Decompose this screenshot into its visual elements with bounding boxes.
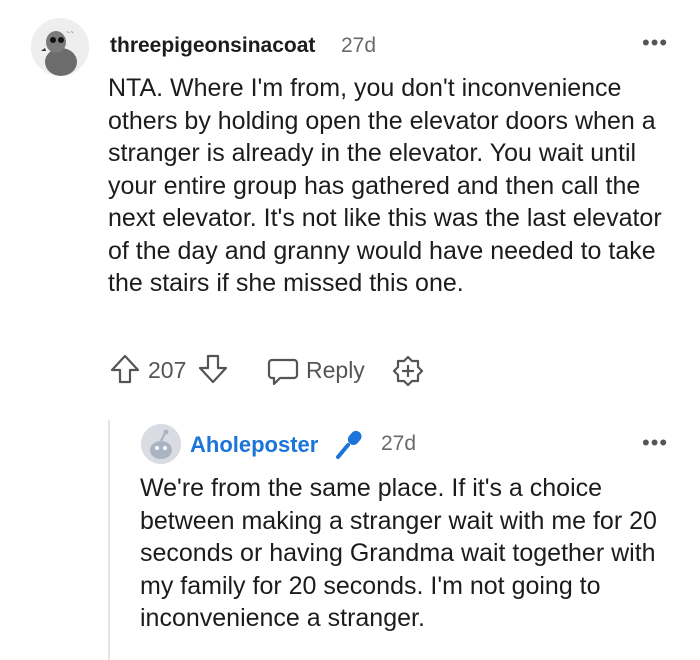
thread-line[interactable]	[108, 420, 110, 660]
pigeon-avatar-icon: ~·~	[31, 18, 89, 76]
comment-actions: 207 Reply	[108, 352, 438, 390]
svg-text:~·~: ~·~	[66, 30, 74, 36]
more-options-icon[interactable]: •••	[642, 430, 668, 456]
reply-icon[interactable]	[266, 354, 300, 393]
comment-body: NTA. Where I'm from, you don't inconveni…	[108, 74, 662, 297]
comment-timestamp: 27d	[341, 34, 377, 57]
downvote-icon[interactable]	[196, 352, 230, 391]
avatar[interactable]: ~·~	[31, 18, 89, 76]
reply-avatar[interactable]	[141, 424, 181, 464]
reply-body: We're from the same place. If it's a cho…	[140, 474, 657, 632]
comment-username[interactable]: threepigeonsinacoat	[110, 34, 315, 58]
snoo-avatar-icon	[141, 424, 181, 464]
vote-count: 207	[148, 357, 187, 383]
upvote-icon[interactable]	[108, 352, 142, 391]
reply-button[interactable]: Reply	[306, 357, 365, 384]
reply-timestamp: 27d	[381, 432, 417, 455]
reply-username[interactable]: Aholeposter	[190, 432, 318, 458]
award-icon[interactable]	[391, 354, 425, 393]
more-options-icon[interactable]: •••	[642, 30, 668, 56]
microphone-icon	[333, 426, 369, 467]
